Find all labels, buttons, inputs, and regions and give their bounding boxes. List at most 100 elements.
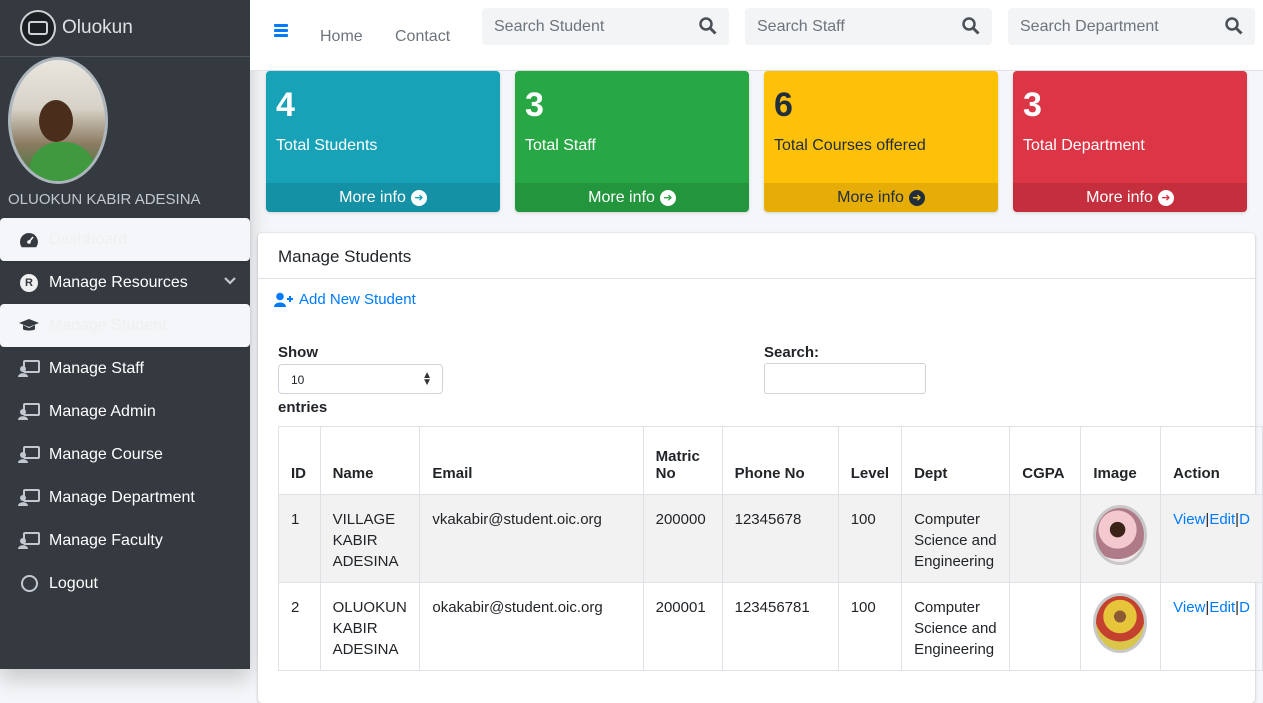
sidebar-item-manage-faculty[interactable]: Manage Faculty [0,519,250,562]
sidebar-item-label: Manage Resources [49,273,188,291]
cell-matric: 200000 [642,494,723,583]
more-info-link[interactable]: More info ➜ [764,183,998,212]
cell-matric: 200001 [642,582,723,671]
cell-dept: Computer Science and Engineering [901,582,1011,671]
delete-link[interactable]: D [1239,599,1250,616]
sidebar-item-logout[interactable]: Logout [0,562,250,605]
cell-name: VILLAGE KABIR ADESINA [319,494,421,583]
user-plus-icon [274,292,293,307]
arrow-circle-right-icon: ➜ [1157,189,1174,206]
chalkboard-user-icon [18,530,40,552]
cell-phone: 12345678 [721,494,839,583]
brand[interactable]: Oluokun [0,0,250,57]
table-row: 1 VILLAGE KABIR ADESINA vkakabir@student… [278,494,1263,583]
column-header[interactable]: Action [1160,426,1263,495]
chalkboard-user-icon [18,444,40,466]
search-icon[interactable] [962,17,980,35]
arrow-circle-right-icon: ➜ [410,189,427,206]
search-placeholder: Search Student [494,17,605,35]
column-header[interactable]: Email [419,426,644,495]
r-circle-icon: R [18,272,40,294]
stat-label: Total Staff [525,137,596,154]
cell-actions: View|Edit|D [1160,582,1263,671]
column-header[interactable]: Dept [901,426,1011,495]
column-header[interactable]: Name [319,426,421,495]
graduation-cap-icon [18,315,40,337]
stat-box-departments: 3 Total Department More info ➜ [1013,71,1247,212]
search-department-input[interactable]: Search Department [1008,8,1255,45]
delete-link[interactable]: D [1239,511,1250,528]
sidebar-item-label: Logout [49,574,98,592]
chalkboard-user-icon [18,401,40,423]
sidebar-item-label: Manage Course [49,445,163,463]
table-header-row: ID Name Email Matric No Phone No Level D… [278,426,1263,495]
add-new-student-link[interactable]: Add New Student [274,291,416,308]
sidebar-item-dashboard[interactable]: Dashboard [0,218,250,261]
column-header[interactable]: Image [1080,426,1162,495]
more-info-link[interactable]: More info ➜ [515,183,749,212]
stat-box-students: 4 Total Students More info ➜ [266,71,500,212]
search-staff-input[interactable]: Search Staff [745,8,992,45]
search-icon[interactable] [1225,17,1243,35]
search-icon[interactable] [699,17,717,35]
sidebar-item-label: Manage Faculty [49,531,163,549]
edit-link[interactable]: Edit [1209,511,1235,528]
search-label: Search: [764,344,820,361]
page-size-select[interactable]: 10 ▲ ▼ [278,364,443,394]
stat-box-courses: 6 Total Courses offered More info ➜ [764,71,998,212]
stat-box-staff: 3 Total Staff More info ➜ [515,71,749,212]
search-student-input[interactable]: Search Student [482,8,729,45]
entries-label: entries [278,399,328,416]
stat-label: Total Courses offered [774,137,926,154]
edit-link[interactable]: Edit [1209,599,1235,616]
chalkboard-user-icon [18,358,40,380]
chevron-down-icon [224,273,236,289]
top-navbar: Home Contact Search Student Search Staff… [250,0,1263,71]
stat-label: Total Students [276,137,378,154]
nav-link-contact[interactable]: Contact [395,28,450,46]
more-info-link[interactable]: More info ➜ [266,183,500,212]
table-row: 2 OLUOKUN KABIR ADESINA okakabir@student… [278,582,1263,671]
sidebar-item-label: Manage Admin [49,402,156,420]
user-avatar[interactable] [8,57,108,184]
more-info-link[interactable]: More info ➜ [1013,183,1247,212]
column-header[interactable]: Level [837,426,903,495]
student-photo [1093,593,1148,653]
sidebar-item-manage-department[interactable]: Manage Department [0,476,250,519]
chalkboard-user-icon [18,487,40,509]
sidebar-item-manage-course[interactable]: Manage Course [0,433,250,476]
cell-cgpa [1009,494,1082,583]
column-header[interactable]: ID [278,426,321,495]
cell-level: 100 [837,582,903,671]
stat-value: 4 [276,86,295,124]
sidebar-item-manage-student[interactable]: Manage Student [0,304,250,347]
sidebar-item-manage-admin[interactable]: Manage Admin [0,390,250,433]
sidebar-item-label: Manage Staff [49,359,144,377]
view-link[interactable]: View [1173,599,1205,616]
sidebar-item-manage-staff[interactable]: Manage Staff [0,347,250,390]
sidebar-nav: Dashboard R Manage Resources Manage Stud… [0,218,250,605]
students-table: ID Name Email Matric No Phone No Level D… [278,426,1263,671]
nav-link-home[interactable]: Home [320,28,363,46]
user-name[interactable]: OLUOKUN KABIR ADESINA [8,191,201,208]
column-header[interactable]: Phone No [721,426,839,495]
stat-value: 6 [774,86,793,124]
sidebar-item-label: Manage Department [49,488,195,506]
cell-cgpa [1009,582,1082,671]
sidebar-item-label: Manage Student [49,316,167,334]
cell-image [1080,582,1162,671]
column-header[interactable]: CGPA [1009,426,1082,495]
stat-label: Total Department [1023,137,1145,154]
circle-icon [18,573,40,595]
search-placeholder: Search Staff [757,17,845,35]
cell-dept: Computer Science and Engineering [901,494,1011,583]
sidebar-item-manage-resources[interactable]: R Manage Resources [0,261,250,304]
hamburger-menu-icon[interactable] [274,24,288,38]
table-search-input[interactable] [764,363,926,394]
stat-value: 3 [525,86,544,124]
card-title: Manage Students [278,247,412,266]
view-link[interactable]: View [1173,511,1205,528]
cell-email: vkakabir@student.oic.org [419,494,644,583]
column-header[interactable]: Matric No [642,426,723,495]
cell-email: okakabir@student.oic.org [419,582,644,671]
